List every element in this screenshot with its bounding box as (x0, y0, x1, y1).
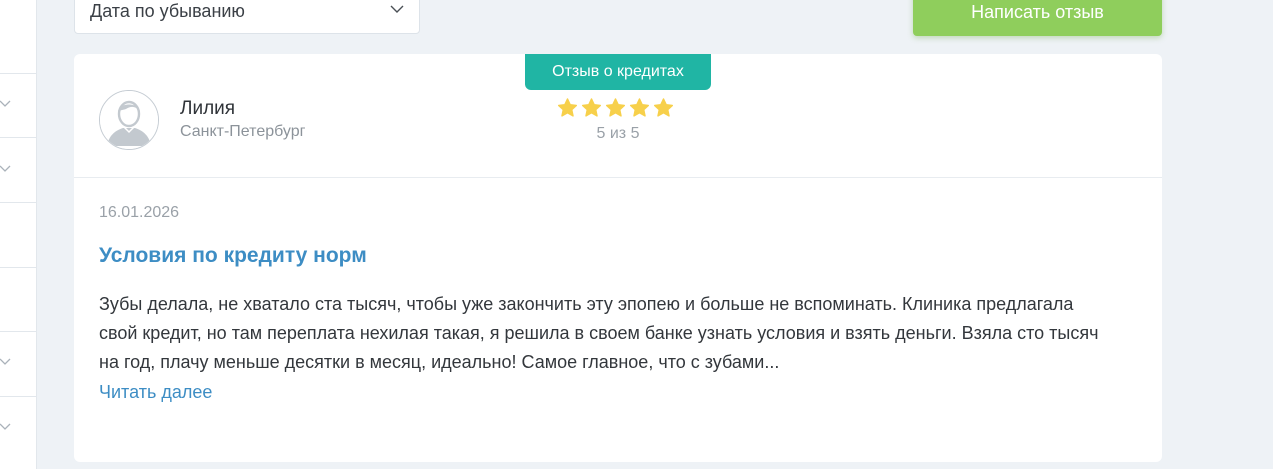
sort-select[interactable]: Дата по убыванию (74, 0, 420, 34)
sidebar (0, 0, 37, 469)
chevron-down-icon (389, 1, 405, 22)
sidebar-divider (0, 396, 36, 397)
review-card-header: Лилия Санкт-Петербург Отзыв о кредитах 5… (74, 54, 1162, 178)
sidebar-divider (0, 137, 36, 138)
author-city: Санкт-Петербург (180, 123, 306, 140)
avatar (99, 90, 159, 150)
sidebar-chevron-down-icon[interactable] (0, 162, 12, 174)
review-text-content: Зубы делала, не хватало ста тысяч, чтобы… (99, 294, 1099, 372)
sidebar-divider (0, 267, 36, 268)
star-icon (580, 97, 603, 119)
sidebar-chevron-down-icon[interactable] (0, 420, 12, 432)
review-title[interactable]: Условия по кредиту норм (99, 244, 1137, 268)
review-text: Зубы делала, не хватало ста тысяч, чтобы… (99, 290, 1099, 407)
sidebar-divider (0, 73, 36, 74)
star-icon (628, 97, 651, 119)
sidebar-chevron-down-icon[interactable] (0, 355, 12, 367)
star-icon (556, 97, 579, 119)
author-name: Лилия (180, 98, 236, 119)
review-type-badge: Отзыв о кредитах (525, 54, 711, 90)
star-icon (652, 97, 675, 119)
review-card-body: 16.01.2026 Условия по кредиту норм Зубы … (74, 178, 1162, 407)
sidebar-divider (0, 331, 36, 332)
review-card: Лилия Санкт-Петербург Отзыв о кредитах 5… (74, 54, 1162, 462)
sort-select-value: Дата по убыванию (90, 0, 245, 21)
rating-stars (556, 97, 675, 119)
write-review-button[interactable]: Написать отзыв (913, 0, 1162, 36)
rating-text: 5 из 5 (596, 125, 640, 142)
star-icon (604, 97, 627, 119)
user-silhouette-icon (100, 91, 158, 149)
read-more-link[interactable]: Читать далее (99, 379, 212, 405)
sidebar-divider (0, 202, 36, 203)
review-date: 16.01.2026 (99, 204, 180, 221)
sidebar-chevron-down-icon[interactable] (0, 97, 12, 109)
